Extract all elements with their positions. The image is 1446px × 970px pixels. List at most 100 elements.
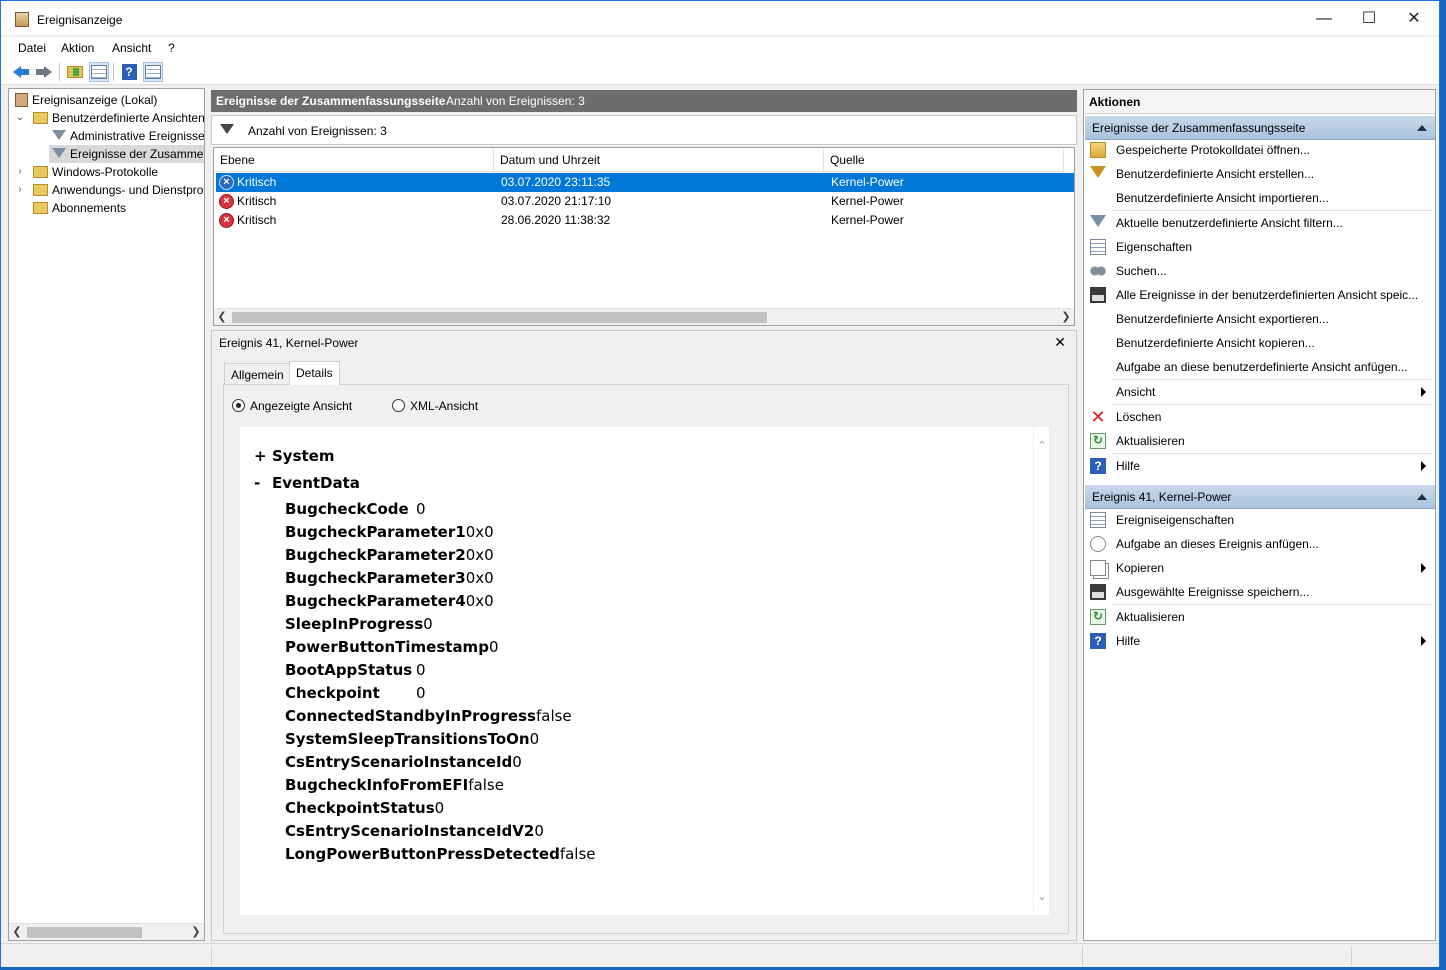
properties-icon bbox=[1090, 239, 1106, 255]
action-item[interactable]: Ausgewählte Ereignisse speichern... bbox=[1088, 580, 1434, 604]
events-horizontal-scrollbar[interactable]: ❮ ❯ bbox=[214, 308, 1074, 325]
table-row[interactable]: × Kritisch 03.07.2020 21:17:10 Kernel-Po… bbox=[216, 192, 1074, 211]
tree-item-label: Windows-Protokolle bbox=[52, 165, 159, 179]
field-key: BugcheckParameter4 bbox=[285, 592, 466, 610]
show-hide-console-tree-button[interactable] bbox=[89, 62, 109, 82]
action-item[interactable]: Eigenschaften bbox=[1088, 235, 1434, 259]
filter-icon bbox=[52, 129, 66, 140]
action-item[interactable]: Alle Ereignisse in der benutzerdefiniert… bbox=[1088, 283, 1434, 307]
tree-item-root[interactable]: Ereignisanzeige (Lokal) bbox=[15, 91, 157, 109]
tree-item-subscriptions[interactable]: Abonnements bbox=[33, 199, 126, 217]
submenu-arrow-icon bbox=[1421, 636, 1426, 646]
expand-toggle[interactable]: + bbox=[254, 447, 272, 465]
action-item[interactable]: ? Hilfe bbox=[1088, 629, 1434, 653]
up-folder-button[interactable] bbox=[65, 62, 85, 82]
tab-general[interactable]: Allgemein bbox=[224, 363, 291, 384]
action-item[interactable]: Benutzerdefinierte Ansicht erstellen... bbox=[1088, 162, 1434, 186]
tab-details[interactable]: Details bbox=[289, 361, 340, 385]
collapse-toggle[interactable]: - bbox=[254, 474, 272, 492]
eventdata-label: EventData bbox=[272, 474, 360, 492]
action-item[interactable]: Aufgabe an dieses Ereignis anfügen... bbox=[1088, 532, 1434, 556]
submenu-arrow-icon bbox=[1421, 461, 1426, 471]
show-hide-action-pane-button[interactable] bbox=[143, 62, 163, 82]
scroll-up-icon[interactable]: ⌃ bbox=[1034, 439, 1050, 452]
status-separator bbox=[1082, 946, 1083, 966]
section-header-event-41[interactable]: Ereignis 41, Kernel-Power bbox=[1085, 485, 1435, 509]
action-item[interactable]: Gespeicherte Protokolldatei öffnen... bbox=[1088, 138, 1434, 162]
datetime-cell: 28.06.2020 11:38:32 bbox=[501, 213, 611, 227]
tree-item-windows-logs[interactable]: Windows-Protokolle bbox=[33, 163, 158, 181]
action-item[interactable]: ↻ Aktualisieren bbox=[1088, 605, 1434, 629]
tree-item-custom-views[interactable]: Benutzerdefinierte Ansichten bbox=[33, 109, 204, 127]
view-header: Ereignisse der Zusammenfassungsseite Anz… bbox=[211, 90, 1077, 112]
field-key: SleepInProgress bbox=[285, 615, 424, 633]
create-view-icon bbox=[1090, 166, 1106, 178]
event-data-field: Checkpoint 0 bbox=[285, 682, 426, 705]
action-item[interactable]: ? Hilfe bbox=[1088, 454, 1434, 478]
action-item[interactable]: Benutzerdefinierte Ansicht kopieren... bbox=[1088, 331, 1434, 355]
eventdata-node[interactable]: - EventData bbox=[254, 474, 360, 492]
close-details-icon[interactable]: ✕ bbox=[1054, 334, 1066, 351]
menu-datei[interactable]: Datei bbox=[18, 41, 46, 55]
help-icon: ? bbox=[121, 64, 137, 80]
action-label: Benutzerdefinierte Ansicht kopieren... bbox=[1116, 336, 1315, 350]
scroll-left-icon[interactable]: ❮ bbox=[9, 924, 25, 940]
menu-aktion[interactable]: Aktion bbox=[61, 41, 94, 55]
collapse-caret-icon[interactable] bbox=[1417, 494, 1427, 500]
scrollbar-thumb[interactable] bbox=[27, 927, 142, 938]
action-item[interactable]: Benutzerdefinierte Ansicht exportieren..… bbox=[1088, 307, 1434, 331]
tree-item-app-logs[interactable]: Anwendungs- und Dienstprotokolle bbox=[33, 181, 204, 199]
expand-chevron-icon[interactable]: › bbox=[15, 181, 25, 199]
tree-horizontal-scrollbar[interactable]: ❮ ❯ bbox=[9, 923, 204, 940]
scroll-right-icon[interactable]: ❯ bbox=[188, 924, 204, 940]
system-node[interactable]: + System bbox=[254, 447, 334, 465]
minimize-button[interactable]: — bbox=[1302, 7, 1346, 31]
save-icon bbox=[1090, 287, 1106, 303]
status-separator bbox=[1351, 946, 1352, 966]
scrollbar-thumb[interactable] bbox=[232, 312, 767, 323]
action-item[interactable]: Ansicht bbox=[1088, 380, 1434, 404]
action-label: Ereigniseigenschaften bbox=[1116, 513, 1235, 527]
action-item[interactable]: Ereigniseigenschaften bbox=[1088, 508, 1434, 532]
action-item[interactable]: Benutzerdefinierte Ansicht importieren..… bbox=[1088, 186, 1434, 210]
column-header-level[interactable]: Ebene bbox=[214, 148, 494, 172]
menu-ansicht[interactable]: Ansicht bbox=[112, 41, 151, 55]
action-item[interactable]: Aufgabe an diese benutzerdefinierte Ansi… bbox=[1088, 355, 1434, 379]
filter-icon bbox=[220, 124, 234, 134]
table-row[interactable]: × Kritisch 03.07.2020 23:11:35 Kernel-Po… bbox=[216, 173, 1074, 192]
menu-help[interactable]: ? bbox=[168, 41, 175, 55]
radio-xml-view[interactable]: XML-Ansicht bbox=[392, 399, 478, 413]
critical-error-icon: × bbox=[219, 194, 234, 209]
help-button[interactable]: ? bbox=[119, 62, 139, 82]
field-value: 0x0 bbox=[465, 523, 494, 541]
forward-button[interactable] bbox=[34, 62, 54, 82]
event-data-field: LongPowerButtonPressDetectedfalse bbox=[285, 843, 596, 866]
radio-label: XML-Ansicht bbox=[410, 399, 479, 413]
find-icon bbox=[1090, 263, 1106, 279]
action-item[interactable]: Suchen... bbox=[1088, 259, 1434, 283]
radio-friendly-view[interactable]: Angezeigte Ansicht bbox=[232, 399, 352, 413]
table-row[interactable]: × Kritisch 28.06.2020 11:38:32 Kernel-Po… bbox=[216, 211, 1074, 230]
collapse-caret-icon[interactable] bbox=[1417, 125, 1427, 131]
column-header-source[interactable]: Quelle bbox=[824, 148, 1064, 172]
scroll-right-icon[interactable]: ❯ bbox=[1058, 309, 1074, 325]
back-button[interactable] bbox=[11, 62, 31, 82]
folder-icon bbox=[33, 201, 48, 214]
action-item[interactable]: ✕ Löschen bbox=[1088, 405, 1434, 429]
maximize-button[interactable]: ☐ bbox=[1347, 7, 1391, 31]
action-item[interactable]: Aktuelle benutzerdefinierte Ansicht filt… bbox=[1088, 211, 1434, 235]
field-key: SystemSleepTransitionsToOn bbox=[285, 730, 530, 748]
scroll-left-icon[interactable]: ❮ bbox=[214, 309, 230, 325]
action-item[interactable]: ↻ Aktualisieren bbox=[1088, 429, 1434, 453]
event-data-vertical-scrollbar[interactable]: ⌃ ⌄ bbox=[1033, 427, 1049, 915]
expand-chevron-icon[interactable]: › bbox=[15, 163, 25, 181]
collapse-chevron-icon[interactable]: ⌄ bbox=[15, 109, 25, 127]
tree-item-admin-events[interactable]: Administrative Ereignisse bbox=[52, 127, 204, 145]
tree-item-summary-events[interactable]: Ereignisse der Zusammenfassungsseite bbox=[49, 145, 204, 163]
event-details-pane: Ereignis 41, Kernel-Power ✕ Allgemein De… bbox=[211, 330, 1077, 941]
action-item[interactable]: Kopieren bbox=[1088, 556, 1434, 580]
section-header-summary-view[interactable]: Ereignisse der Zusammenfassungsseite bbox=[1085, 116, 1435, 140]
scroll-down-icon[interactable]: ⌄ bbox=[1034, 890, 1050, 903]
column-header-datetime[interactable]: Datum und Uhrzeit bbox=[494, 148, 824, 172]
close-button[interactable]: ✕ bbox=[1392, 7, 1436, 31]
